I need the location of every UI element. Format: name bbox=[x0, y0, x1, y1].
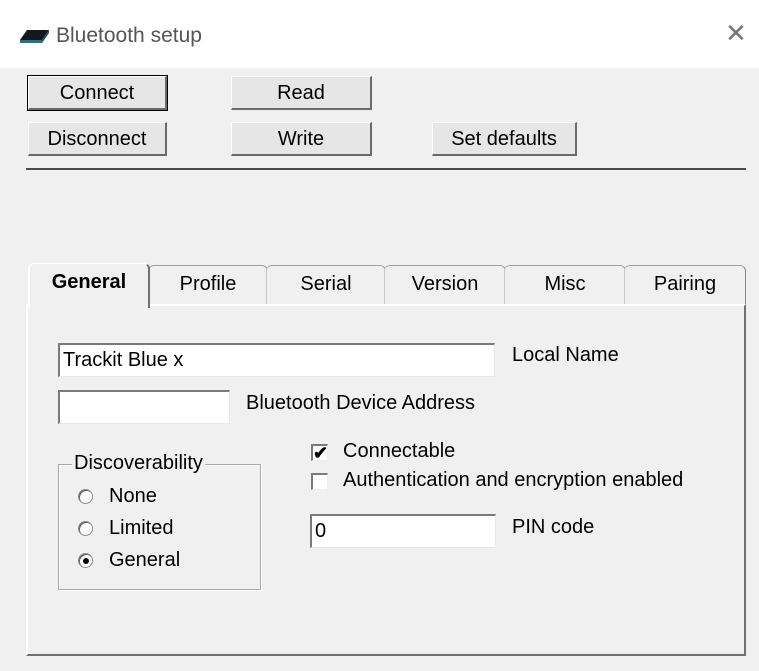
bluetooth-setup-window: Bluetooth setup ✕ Connect Read Disconnec… bbox=[0, 0, 759, 671]
auth-encryption-checkbox[interactable] bbox=[311, 473, 328, 490]
title-bar: Bluetooth setup ✕ bbox=[0, 0, 759, 68]
close-icon[interactable]: ✕ bbox=[725, 18, 747, 49]
disconnect-button[interactable]: Disconnect bbox=[28, 122, 167, 156]
bluetooth-address-field[interactable] bbox=[58, 390, 230, 424]
tab-serial[interactable]: Serial bbox=[266, 265, 386, 305]
discoverability-legend: Discoverability bbox=[72, 452, 205, 475]
read-button[interactable]: Read bbox=[231, 76, 372, 110]
tab-misc[interactable]: Misc bbox=[504, 265, 626, 305]
radio-limited-label: Limited bbox=[109, 517, 174, 539]
local-name-field[interactable] bbox=[58, 343, 495, 377]
tab-general[interactable]: General bbox=[28, 263, 150, 308]
radio-general-label: General bbox=[109, 549, 181, 571]
radio-general[interactable] bbox=[78, 553, 93, 568]
separator bbox=[26, 168, 746, 170]
bluetooth-address-label: Bluetooth Device Address bbox=[246, 392, 476, 414]
window-title: Bluetooth setup bbox=[56, 24, 202, 47]
tab-version[interactable]: Version bbox=[384, 265, 506, 305]
local-name-label: Local Name bbox=[512, 344, 619, 366]
radio-limited[interactable] bbox=[78, 521, 93, 536]
tab-pairing[interactable]: Pairing bbox=[624, 265, 746, 305]
pin-code-field[interactable] bbox=[310, 514, 496, 548]
set-defaults-button[interactable]: Set defaults bbox=[432, 122, 577, 156]
radio-none-label: None bbox=[109, 485, 157, 507]
radio-none[interactable] bbox=[78, 489, 93, 504]
auth-encryption-label: Authentication and encryption enabled bbox=[343, 469, 684, 491]
connect-button[interactable]: Connect bbox=[27, 75, 168, 111]
pin-code-label: PIN code bbox=[512, 516, 595, 538]
radio-selected-dot bbox=[83, 558, 89, 564]
tab-profile[interactable]: Profile bbox=[148, 265, 268, 305]
connectable-checkbox[interactable]: ✔ bbox=[311, 444, 328, 462]
bluetooth-device-icon bbox=[20, 30, 49, 43]
write-button[interactable]: Write bbox=[231, 122, 372, 156]
connectable-label: Connectable bbox=[343, 440, 456, 462]
